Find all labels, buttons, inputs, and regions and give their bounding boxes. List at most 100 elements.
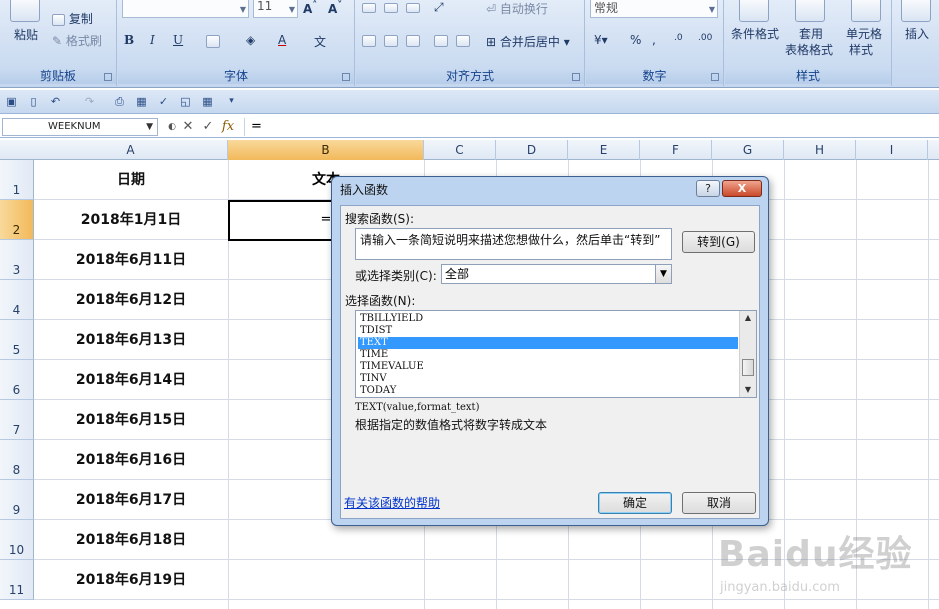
scroll-thumb[interactable] [742, 359, 754, 376]
enter-icon[interactable]: ✓ [200, 119, 216, 135]
scroll-down-icon[interactable]: ▼ [740, 383, 756, 397]
percent-button[interactable]: % [630, 33, 641, 47]
align-bottom-button[interactable] [406, 0, 420, 14]
row-header-8[interactable]: 8 [0, 440, 34, 480]
paste-icon[interactable] [10, 0, 40, 22]
function-help-link[interactable]: 有关该函数的帮助 [344, 494, 440, 511]
col-header-g[interactable]: G [712, 140, 784, 160]
cell-style-line2[interactable]: 样式 [849, 41, 873, 58]
row-header-10[interactable]: 10 [0, 520, 34, 560]
col-header-b[interactable]: B [228, 140, 424, 160]
align-top-button[interactable] [362, 0, 376, 14]
col-header-i[interactable]: I [856, 140, 928, 160]
format-painter-button[interactable]: ✎ 格式刷 [52, 32, 102, 49]
font-size-combo[interactable]: 11 ▼ [253, 0, 298, 18]
align-right-button[interactable] [406, 33, 420, 47]
cell-a8[interactable]: 2018年6月16日 [34, 440, 228, 480]
paste-button[interactable]: 粘贴 [14, 26, 38, 43]
ok-button[interactable]: 确定 [598, 492, 672, 514]
decrease-decimal-button[interactable]: .00 [698, 33, 712, 43]
font-launcher-icon[interactable] [342, 73, 350, 81]
grid-icon[interactable]: ▦ [200, 94, 215, 109]
col-header-e[interactable]: E [568, 140, 640, 160]
category-select[interactable]: 全部 ▼ [441, 264, 672, 284]
col-header-d[interactable]: D [496, 140, 568, 160]
function-list-scrollbar[interactable]: ▲ ▼ [739, 311, 756, 397]
clipboard-launcher-icon[interactable] [104, 73, 112, 81]
print-preview-icon[interactable]: ⎙ [112, 94, 127, 109]
dialog-help-button[interactable]: ? [696, 180, 720, 197]
list-item[interactable]: TBILLYIELD [358, 313, 738, 325]
increase-decimal-button[interactable]: .0 [674, 33, 683, 43]
col-header-h[interactable]: H [784, 140, 856, 160]
row-header-9[interactable]: 9 [0, 480, 34, 520]
save-icon[interactable]: ▣ [4, 94, 19, 109]
merge-center-button[interactable]: ⊞ 合并后居中 ▾ [486, 33, 570, 50]
go-button[interactable]: 转到(G) [682, 231, 755, 253]
font-name-combo[interactable]: ▼ [122, 0, 249, 18]
wrap-text-button[interactable]: ⏎ 自动换行 [486, 0, 548, 17]
list-item-selected[interactable]: TEXT [358, 337, 738, 349]
dialog-close-button[interactable]: X [722, 180, 762, 197]
insert-function-icon[interactable]: fx [220, 119, 236, 135]
spelling-icon[interactable]: ✓ [156, 94, 171, 109]
function-list[interactable]: TBILLYIELD TDIST TEXT TIME TIMEVALUE TIN… [355, 310, 757, 398]
list-item[interactable]: TIME [358, 349, 738, 361]
name-box[interactable]: WEEKNUM ▼ [2, 118, 158, 136]
shrink-font-button[interactable]: A˅ [328, 0, 342, 16]
row-header-2[interactable]: 2 [0, 200, 34, 240]
cell-a4[interactable]: 2018年6月12日 [34, 280, 228, 320]
alignment-launcher-icon[interactable] [572, 73, 580, 81]
grow-font-button[interactable]: A˄ [303, 0, 317, 16]
undo-icon[interactable]: ↶ [48, 94, 63, 109]
font-color-button[interactable]: A [278, 33, 286, 47]
number-launcher-icon[interactable] [711, 73, 719, 81]
customize-qat-icon[interactable]: ▾ [224, 94, 239, 109]
cell-a1[interactable]: 日期 [34, 160, 228, 200]
scroll-up-icon[interactable]: ▲ [740, 311, 756, 325]
italic-button[interactable]: I [150, 33, 155, 47]
comma-button[interactable]: , [652, 33, 656, 47]
row-header-3[interactable]: 3 [0, 240, 34, 280]
copy-button[interactable]: 复制 [52, 10, 93, 27]
table-format-line1[interactable]: 套用 [799, 25, 823, 42]
list-item[interactable]: TIMEVALUE [358, 361, 738, 373]
cancel-icon[interactable]: ✕ [180, 119, 196, 135]
cell-a11[interactable]: 2018年6月19日 [34, 560, 228, 600]
table-format-line2[interactable]: 表格格式 [785, 41, 833, 58]
insert-button[interactable]: 插入 [905, 25, 929, 42]
cell-a7[interactable]: 2018年6月15日 [34, 400, 228, 440]
redo-icon[interactable]: ↷ [82, 94, 97, 109]
underline-button[interactable]: U [173, 33, 183, 47]
currency-button[interactable]: ¥▾ [594, 33, 608, 47]
new-file-icon[interactable]: ▯ [26, 94, 41, 109]
cell-a6[interactable]: 2018年6月14日 [34, 360, 228, 400]
increase-indent-button[interactable] [456, 33, 470, 47]
search-input[interactable]: 请输入一条简短说明来描述您想做什么，然后单击“转到” [355, 228, 672, 260]
fill-color-button[interactable]: ◈ [246, 33, 255, 47]
row-header-7[interactable]: 7 [0, 400, 34, 440]
align-middle-button[interactable] [384, 0, 398, 14]
row-header-1[interactable]: 1 [0, 160, 34, 200]
conditional-format-button[interactable]: 条件格式 [731, 25, 779, 42]
chevron-down-icon[interactable]: ▼ [655, 265, 671, 283]
align-center-button[interactable] [384, 33, 398, 47]
cell-a5[interactable]: 2018年6月13日 [34, 320, 228, 360]
col-header-a[interactable]: A [34, 140, 228, 160]
col-header-f[interactable]: F [640, 140, 712, 160]
bold-button[interactable]: B [124, 33, 134, 47]
col-header-c[interactable]: C [424, 140, 496, 160]
cell-a2[interactable]: 2018年1月1日 [34, 200, 228, 240]
row-header-11[interactable]: 11 [0, 560, 34, 600]
row-header-4[interactable]: 4 [0, 280, 34, 320]
align-left-button[interactable] [362, 33, 376, 47]
cell-style-line1[interactable]: 单元格 [846, 25, 882, 42]
list-item[interactable]: TODAY [358, 385, 738, 397]
formula-input[interactable]: = [244, 118, 939, 136]
cancel-button[interactable]: 取消 [682, 492, 756, 514]
row-header-6[interactable]: 6 [0, 360, 34, 400]
phonetic-button[interactable]: 文 [314, 33, 326, 50]
number-format-combo[interactable]: 常规 ▼ [590, 0, 718, 18]
paste-special-icon[interactable]: ◱ [178, 94, 193, 109]
cell-a10[interactable]: 2018年6月18日 [34, 520, 228, 560]
